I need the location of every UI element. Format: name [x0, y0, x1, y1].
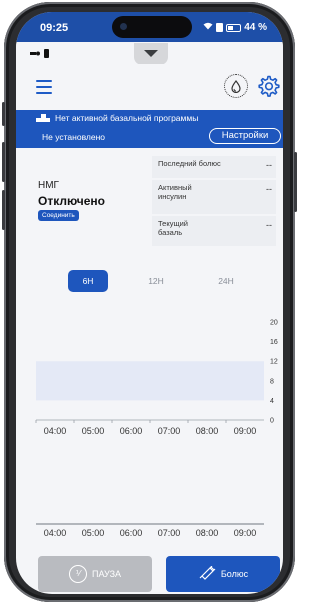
y-tick-label: 20 [270, 320, 278, 327]
time-range-tabs: 6H 12H 24H [16, 270, 283, 294]
tab-12h[interactable]: 12H [136, 270, 176, 292]
bolus-button[interactable]: Болюс [166, 556, 280, 592]
insulin-stats: Последний болюс -- Активный инсулин -- Т… [152, 156, 276, 246]
cgm-panel: НМГ Отключено Соединить Последний болюс … [16, 152, 283, 248]
camera-dot [120, 23, 127, 30]
pause-button[interactable]: ⅟ ПАУЗА [38, 556, 152, 592]
connect-button[interactable]: Соединить [38, 210, 79, 221]
x-tick-label: 05:00 [82, 426, 105, 436]
insulin-drop-icon[interactable] [224, 74, 248, 98]
pull-down-tab[interactable] [134, 43, 168, 65]
bolus-label: Болюс [220, 569, 249, 579]
y-tick-label: 4 [270, 398, 274, 405]
basal-program-banner: Нет активной базальной программы Не уста… [16, 110, 283, 148]
x-tick-label: 09:00 [234, 528, 257, 538]
x-tick-label: 06:00 [120, 528, 143, 538]
bottom-action-bar: ⅟ ПАУЗА Болюс [16, 556, 283, 594]
glucose-chart: 0 4 8 12 16 20 04:00 05:00 06:00 07:00 08:00 09:00 [35, 320, 278, 436]
stat-value: -- [266, 184, 272, 194]
x-tick-label: 06:00 [120, 426, 143, 436]
insulin-chart: 04:00 05:00 06:00 07:00 08:00 09:00 [36, 523, 264, 538]
status-icons: 44 % [203, 22, 267, 33]
stat-label: Текущий базаль [158, 219, 188, 237]
stat-current-basal: Текущий базаль -- [152, 216, 276, 246]
battery-percent: 44 % [244, 22, 267, 33]
stat-label: Последний болюс [158, 159, 221, 168]
status-time: 09:25 [40, 22, 69, 34]
settings-button[interactable]: Настройки [209, 128, 281, 144]
banner-status: Не установлено [42, 132, 106, 142]
power-button [294, 152, 297, 212]
wifi-icon [203, 22, 213, 33]
banner-message: Нет активной базальной программы [55, 113, 199, 123]
target-range-band [36, 361, 264, 401]
bluetooth-icon [216, 23, 224, 32]
cgm-status: Отключено [38, 194, 105, 208]
stat-value: -- [266, 160, 272, 170]
battery-icon [226, 23, 242, 32]
stat-active-insulin: Активный инсулин -- [152, 180, 276, 214]
y-tick-label: 0 [270, 418, 274, 425]
cgm-label: НМГ [38, 180, 59, 191]
y-tick-label: 16 [270, 339, 278, 346]
gear-icon[interactable] [256, 74, 280, 98]
screen: 09:25 44 % Нет активной базальной програ… [16, 12, 283, 594]
x-tick-label: 09:00 [234, 426, 257, 436]
app-header [16, 64, 283, 110]
pause-label: ПАУЗА [91, 569, 122, 579]
stat-last-bolus: Последний болюс -- [152, 156, 276, 178]
x-tick-label: 07:00 [158, 528, 181, 538]
pause-icon: ⅟ [68, 565, 87, 583]
x-tick-label: 07:00 [158, 426, 181, 436]
y-tick-label: 12 [270, 359, 278, 366]
syringe-icon [198, 565, 216, 582]
mute-switch [2, 102, 5, 126]
basal-program-icon [36, 114, 50, 122]
tab-24h[interactable]: 24H [206, 270, 246, 292]
phone-frame: 09:25 44 % Нет активной базальной програ… [2, 2, 297, 602]
tab-6h[interactable]: 6H [68, 270, 108, 292]
status-bar: 09:25 44 % [16, 12, 283, 42]
x-tick-label: 05:00 [82, 528, 105, 538]
y-tick-label: 8 [270, 378, 274, 385]
volume-down-button [2, 190, 5, 230]
notification-icons [30, 49, 50, 60]
banner-message-row: Нет активной базальной программы [36, 113, 198, 123]
x-tick-label: 04:00 [44, 528, 67, 538]
volume-up-button [2, 142, 5, 182]
x-tick-label: 08:00 [196, 426, 219, 436]
x-tick-label: 08:00 [196, 528, 219, 538]
stat-value: -- [266, 220, 272, 230]
x-tick-label: 04:00 [44, 426, 67, 436]
hamburger-menu-icon[interactable] [36, 80, 52, 94]
stat-label: Активный инсулин [158, 183, 192, 201]
